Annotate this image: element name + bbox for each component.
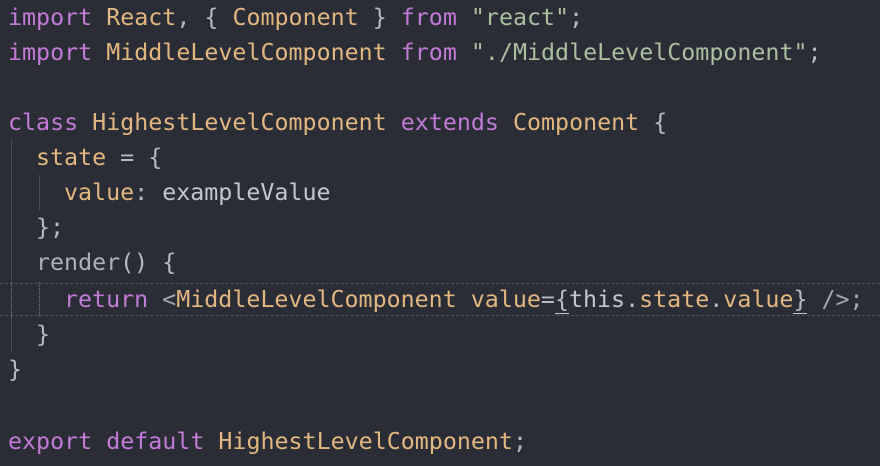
code-token: "./MiddleLevelComponent" — [470, 39, 808, 66]
code-line-content: render() { — [8, 245, 176, 280]
code-line[interactable]: } — [0, 352, 880, 387]
indent-guide — [8, 282, 36, 317]
indent-guide — [8, 317, 36, 352]
code-line-content: import React, { Component } from "react"… — [8, 0, 583, 35]
code-line-content: } — [8, 352, 22, 387]
code-token: = { — [106, 144, 163, 171]
code-token: value — [64, 179, 135, 206]
code-token: state — [639, 286, 710, 313]
code-token: ; — [569, 4, 584, 31]
code-line[interactable] — [0, 70, 880, 105]
code-token: />; — [807, 286, 864, 313]
code-line[interactable]: class HighestLevelComponent extends Comp… — [0, 105, 880, 140]
code-token: Component — [232, 4, 359, 31]
code-token: } — [358, 4, 401, 31]
code-line-content: state = { — [8, 140, 162, 175]
code-editor[interactable]: import React, { Component } from "react"… — [0, 0, 880, 466]
code-token: return — [64, 286, 149, 313]
code-token: HighestLevelComponent — [92, 109, 387, 136]
code-token: < — [148, 286, 177, 313]
code-token: Component — [512, 109, 640, 136]
code-token: { — [554, 286, 569, 314]
code-token: from — [400, 39, 457, 66]
code-line[interactable] — [0, 389, 880, 424]
code-line-content: } — [8, 317, 50, 352]
code-token: = — [540, 286, 555, 313]
code-token: } — [8, 356, 23, 383]
code-token: () { — [120, 249, 177, 276]
code-token: } — [793, 286, 808, 314]
indent-guide — [8, 140, 36, 175]
code-token: ; — [512, 428, 527, 455]
code-line[interactable]: }; — [0, 210, 880, 245]
code-token: class — [8, 109, 79, 136]
code-token: render — [36, 249, 121, 276]
code-token: value — [470, 286, 541, 313]
code-token: exampleValue — [162, 179, 331, 206]
code-token: : — [134, 179, 163, 206]
indent-guide — [36, 175, 64, 210]
indent-guide — [8, 245, 36, 280]
code-line-content: return <MiddleLevelComponent value={this… — [8, 282, 864, 317]
code-line-content: class HighestLevelComponent extends Comp… — [8, 105, 667, 140]
code-line[interactable]: value: exampleValue — [0, 175, 880, 210]
code-token: value — [723, 286, 794, 313]
code-token: . — [625, 286, 640, 313]
code-line-content: }; — [8, 210, 64, 245]
code-token: React — [106, 4, 177, 31]
code-token: default — [106, 428, 205, 455]
code-token: } — [36, 321, 51, 348]
indent-guide — [36, 282, 64, 317]
code-line-active[interactable]: return <MiddleLevelComponent value={this… — [0, 282, 880, 317]
code-token: ; — [807, 39, 822, 66]
code-line[interactable]: render() { — [0, 245, 880, 280]
code-token: export — [8, 428, 93, 455]
code-token: { — [639, 109, 668, 136]
code-token: , { — [176, 4, 233, 31]
code-line[interactable]: import MiddleLevelComponent from "./Midd… — [0, 35, 880, 70]
code-line[interactable]: } — [0, 317, 880, 352]
code-token: import — [8, 4, 93, 31]
indent-guide — [8, 175, 36, 210]
code-token: this — [568, 286, 626, 313]
code-token: from — [400, 4, 457, 31]
code-line-content: export default HighestLevelComponent; — [8, 424, 527, 459]
code-token: MiddleLevelComponent — [176, 286, 457, 313]
code-token: "react" — [470, 4, 570, 31]
indent-guide — [8, 210, 36, 245]
code-line[interactable]: state = { — [0, 140, 880, 175]
code-token: extends — [400, 109, 499, 136]
code-token: . — [709, 286, 724, 313]
code-line[interactable]: export default HighestLevelComponent; — [0, 424, 880, 459]
code-token: HighestLevelComponent — [218, 428, 513, 455]
code-line-content: import MiddleLevelComponent from "./Midd… — [8, 35, 822, 70]
code-token: }; — [36, 214, 65, 241]
code-token: state — [36, 144, 107, 171]
code-line[interactable]: import React, { Component } from "react"… — [0, 0, 880, 35]
code-line-content: value: exampleValue — [8, 175, 331, 210]
code-token: MiddleLevelComponent — [106, 39, 387, 66]
code-token: import — [8, 39, 93, 66]
